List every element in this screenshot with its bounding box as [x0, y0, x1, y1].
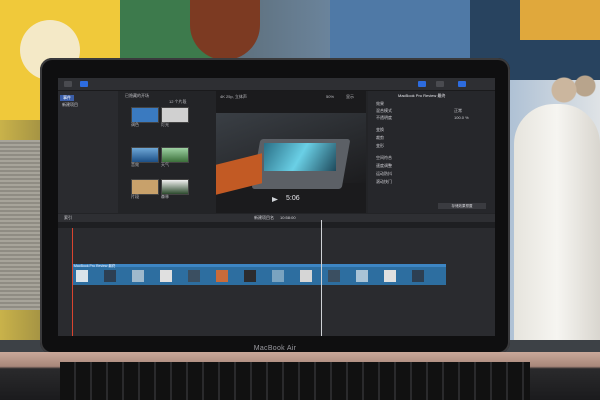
share-icon[interactable]	[418, 81, 426, 87]
storyline-thumb	[76, 270, 88, 282]
inspector-row-label-6[interactable]: 空间符合	[376, 155, 392, 161]
playhead[interactable]	[321, 220, 322, 336]
storyline-thumb	[244, 270, 256, 282]
timeline-index-button[interactable]: 索引	[64, 215, 72, 221]
clip-browser-header: 已隐藏的开场	[125, 93, 149, 98]
storyline-thumb	[104, 270, 116, 282]
timeline-project-name: 新建项目名	[254, 215, 274, 220]
viewer-format: 4K 25p, 立体声	[220, 94, 247, 99]
clip-label-2: 灯光	[161, 122, 169, 127]
inspector-row-label-5[interactable]: 变形	[376, 143, 384, 149]
clip-browser: 已隐藏的开场 12 个片段 调色 灯光 音效 天气 片段 森林	[119, 91, 215, 213]
inspector-title: MacBook Pro Review 最终	[398, 93, 446, 98]
inspector-row-value-2[interactable]: 100.0 %	[454, 115, 469, 120]
play-icon[interactable]	[272, 197, 278, 202]
storyline-thumb	[160, 270, 172, 282]
clip-label-1: 调色	[131, 122, 139, 127]
clip-thumb-1[interactable]	[131, 107, 159, 123]
laptop-brand-label: MacBook Air	[253, 345, 297, 352]
clip-count: 12 个片段	[169, 99, 187, 104]
clip-label-4: 天气	[161, 162, 169, 167]
storyline-clip-caption: MacBook Pro Review 最终	[74, 264, 116, 268]
white-vase	[514, 104, 600, 350]
inspector-row-label-0: 效果	[376, 101, 384, 106]
photo-scene: 事件 新建项目 已隐藏的开场 12 个片段 调色 灯光 音效 天气 片段 森林 …	[0, 0, 600, 400]
clip-label-6: 森林	[161, 194, 169, 199]
storyline-thumb	[412, 270, 424, 282]
clip-label-3: 音效	[131, 162, 139, 167]
clip-thumb-5[interactable]	[131, 179, 159, 195]
workspace-icon[interactable]	[458, 81, 466, 87]
inspector-panel: MacBook Pro Review 最终 效果 混合模式 正常 不透明度 10…	[368, 91, 495, 213]
inspector-row-label-1: 混合模式	[376, 108, 392, 113]
inspector-row-label-7[interactable]: 速度调整	[376, 163, 392, 169]
sidebar-item-events[interactable]: 事件	[60, 95, 74, 101]
video-viewer: 4K 25p, 立体声 50% 显示 5:06	[216, 91, 366, 213]
dried-flowers	[540, 70, 600, 110]
viewer-view-menu[interactable]: 显示	[346, 94, 354, 100]
timeline-start-marker	[72, 228, 73, 336]
inspector-row-label-9[interactable]: 滚动快门	[376, 179, 392, 185]
app-toolbar	[58, 78, 495, 91]
inspector-row-label-3[interactable]: 变换	[376, 127, 384, 133]
storyline-thumb	[328, 270, 340, 282]
laptop-screen: 事件 新建项目 已隐藏的开场 12 个片段 调色 灯光 音效 天气 片段 森林 …	[58, 78, 495, 336]
timeline-toolbar: 索引 新建项目名 10:58:00	[58, 214, 495, 222]
inspector-toggle-icon[interactable]	[436, 81, 444, 87]
storyline-thumb	[272, 270, 284, 282]
painting-blue	[330, 0, 470, 60]
sidebar-item-new-project[interactable]: 新建项目	[62, 102, 78, 108]
laptop-keyboard	[60, 362, 530, 400]
clip-thumb-4[interactable]	[161, 147, 189, 163]
inspector-row-label-2: 不透明度	[376, 115, 392, 120]
storyline-thumb	[188, 270, 200, 282]
library-sidebar: 事件 新建项目	[58, 91, 118, 213]
inspector-row-label-4[interactable]: 裁剪	[376, 135, 384, 141]
storyline-thumb	[216, 270, 228, 282]
storyline-thumb	[356, 270, 368, 282]
storyline-thumb	[132, 270, 144, 282]
painting-orange	[520, 0, 600, 40]
viewer-frame	[216, 113, 366, 195]
clip-label-5: 片段	[131, 194, 139, 199]
clip-thumb-3[interactable]	[131, 147, 159, 163]
library-icon[interactable]	[64, 81, 72, 87]
storyline-thumb	[300, 270, 312, 282]
timeline-duration: 10:58:00	[280, 215, 296, 220]
import-icon[interactable]	[80, 81, 88, 87]
inspector-row-value-1[interactable]: 正常	[454, 108, 462, 114]
viewer-zoom[interactable]: 50%	[326, 94, 334, 99]
viewer-timecode: 5:06	[286, 195, 300, 202]
frame-laptop-screen	[264, 143, 336, 171]
save-effects-preset-button[interactable]: 存储效果预置	[438, 203, 486, 209]
storyline-thumb	[384, 270, 396, 282]
clip-thumb-6[interactable]	[161, 179, 189, 195]
inspector-row-label-8[interactable]: 运动防抖	[376, 171, 392, 177]
clip-thumb-2[interactable]	[161, 107, 189, 123]
